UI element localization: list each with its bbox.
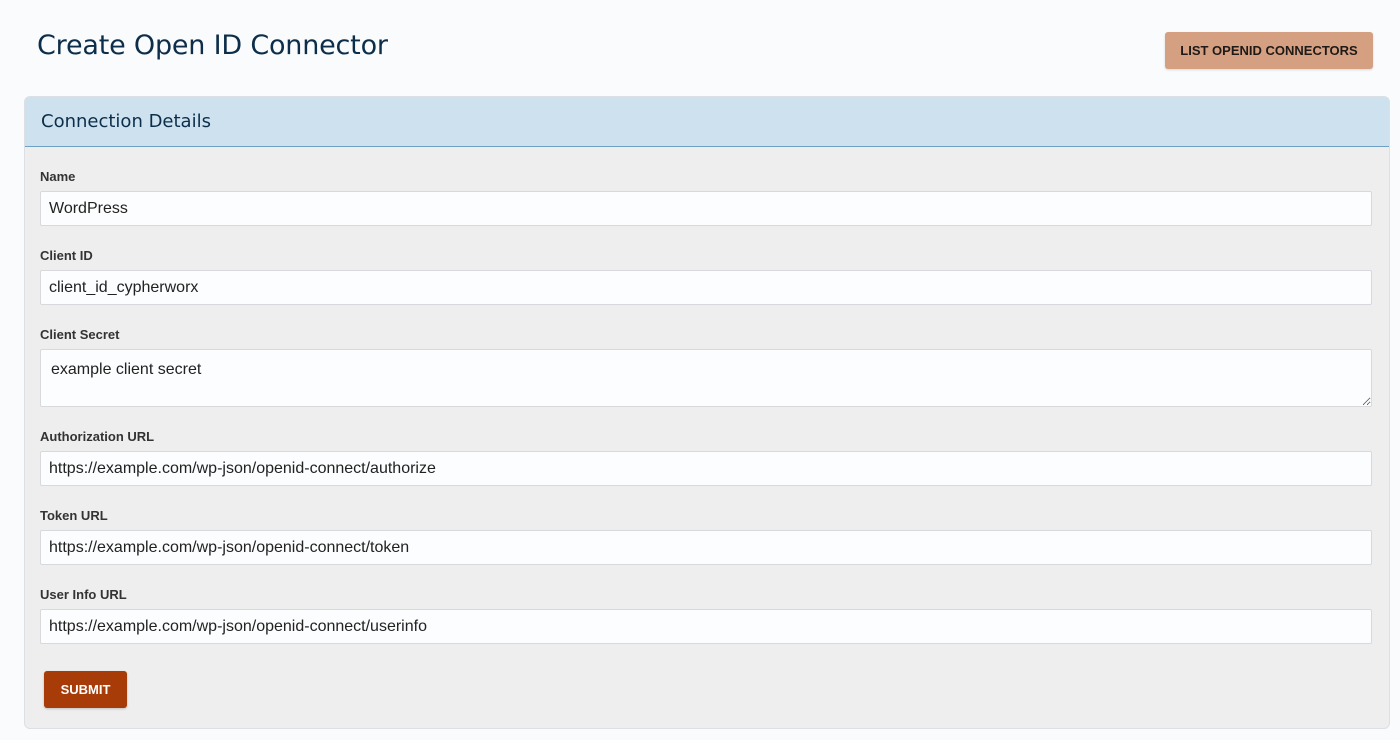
token-url-field-group: Token URL bbox=[40, 508, 1372, 565]
client-id-input[interactable] bbox=[40, 270, 1372, 305]
token-url-label: Token URL bbox=[40, 508, 108, 523]
client-secret-textarea[interactable]: example client secret bbox=[40, 349, 1372, 407]
user-info-url-field-group: User Info URL bbox=[40, 587, 1372, 644]
card-title: Connection Details bbox=[41, 111, 211, 132]
authorization-url-field-group: Authorization URL bbox=[40, 429, 1372, 486]
client-secret-label: Client Secret bbox=[40, 327, 120, 342]
name-field-group: Name bbox=[40, 169, 1372, 226]
name-input[interactable] bbox=[40, 191, 1372, 226]
client-id-label: Client ID bbox=[40, 248, 93, 263]
token-url-input[interactable] bbox=[40, 530, 1372, 565]
authorization-url-label: Authorization URL bbox=[40, 429, 155, 444]
name-label: Name bbox=[40, 169, 76, 184]
authorization-url-input[interactable] bbox=[40, 451, 1372, 486]
page-header: Create Open ID Connector LIST OPENID CON… bbox=[0, 0, 1400, 96]
page-title: Create Open ID Connector bbox=[37, 30, 388, 61]
user-info-url-input[interactable] bbox=[40, 609, 1372, 644]
client-secret-field-group: Client Secret example client secret bbox=[40, 327, 1372, 412]
submit-button[interactable]: SUBMIT bbox=[44, 671, 127, 708]
card-header: Connection Details bbox=[25, 97, 1389, 147]
connection-details-card: Connection Details Name Client ID Client… bbox=[24, 96, 1390, 729]
list-openid-connectors-button[interactable]: LIST OPENID CONNECTORS bbox=[1165, 32, 1373, 69]
user-info-url-label: User Info URL bbox=[40, 587, 127, 602]
client-id-field-group: Client ID bbox=[40, 248, 1372, 305]
